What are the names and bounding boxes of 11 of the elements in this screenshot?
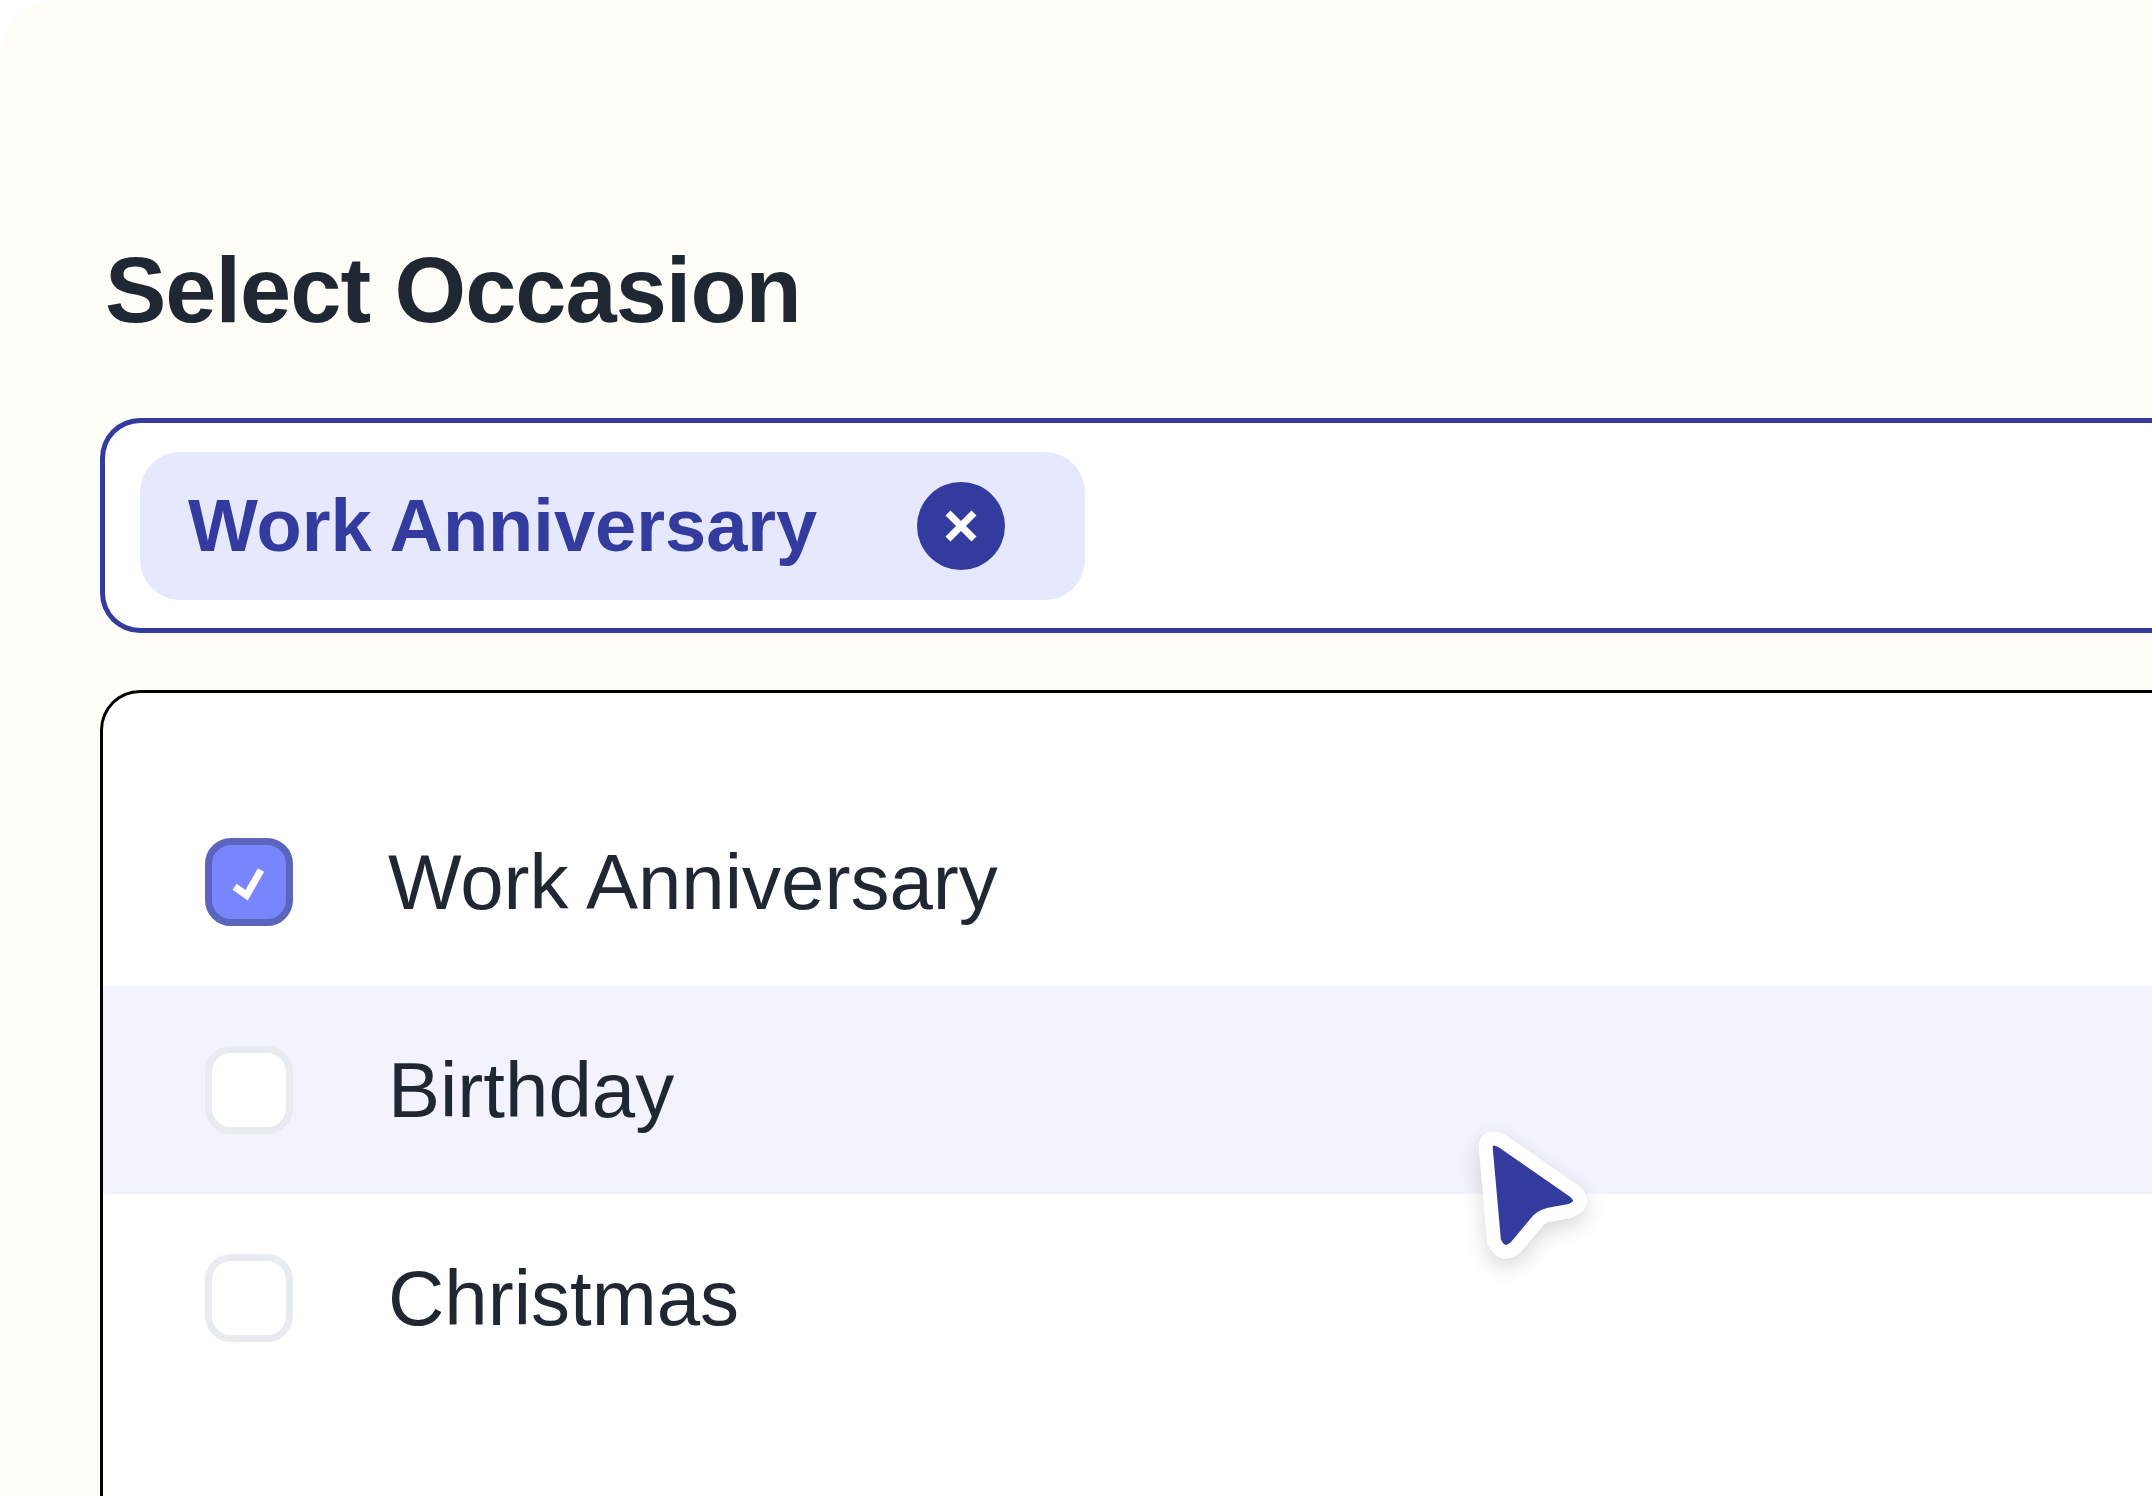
option-label: Work Anniversary: [388, 836, 998, 928]
section-title: Select Occasion: [105, 238, 802, 343]
select-field[interactable]: Work Anniversary: [100, 418, 2152, 633]
option-label: Birthday: [388, 1044, 675, 1136]
option-row[interactable]: Work Anniversary: [103, 778, 2152, 986]
checkbox[interactable]: [205, 838, 293, 926]
chip-label: Work Anniversary: [188, 483, 818, 568]
option-row[interactable]: Birthday: [103, 986, 2152, 1194]
remove-icon[interactable]: [917, 481, 1006, 570]
option-row[interactable]: Christmas: [103, 1194, 2152, 1402]
option-label: Christmas: [388, 1252, 740, 1344]
